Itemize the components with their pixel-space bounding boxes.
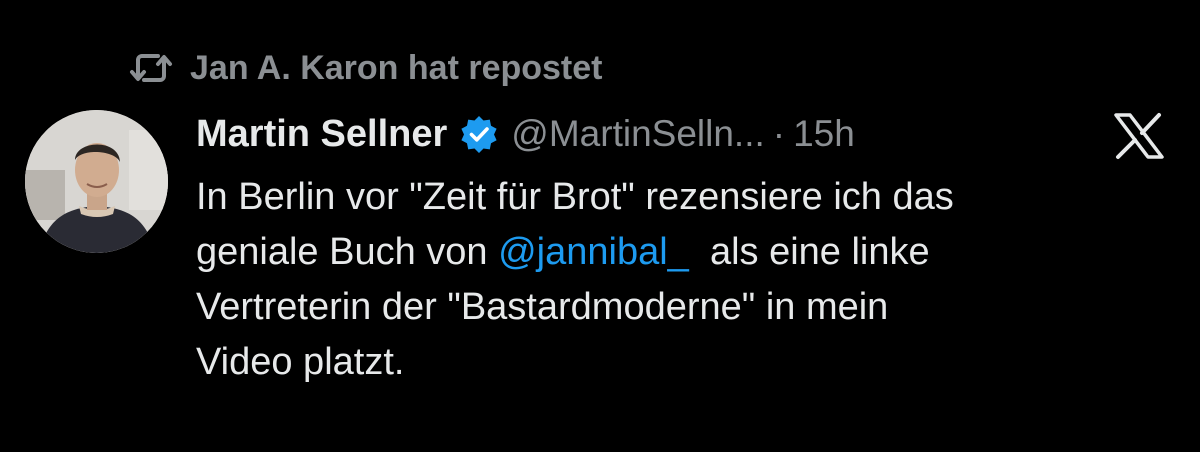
tweet-text-segment: geniale Buch von	[196, 231, 499, 273]
tweet-line: Vertreterin der "Bastardmoderne" in mein	[196, 286, 889, 328]
tweet-line: geniale Buch von @jannibal_ als eine lin…	[196, 225, 1186, 280]
repost-icon	[128, 48, 174, 88]
tweet-line: In Berlin vor "Zeit für Brot" rezensiere…	[196, 176, 954, 218]
repost-text: Jan A. Karon hat repostet	[190, 48, 603, 87]
repost-indicator[interactable]: Jan A. Karon hat repostet	[128, 44, 602, 92]
x-logo-icon	[1110, 112, 1168, 160]
timestamp[interactable]: 15h	[793, 113, 855, 155]
author-handle[interactable]: @MartinSelln...	[511, 113, 764, 155]
verified-badge-icon[interactable]	[459, 114, 499, 154]
tweet-header: Martin Sellner @MartinSelln... · 15h	[196, 108, 855, 160]
separator-dot: ·	[772, 113, 786, 154]
author-name[interactable]: Martin Sellner	[196, 113, 447, 156]
tweet-text-segment: als eine linke	[688, 231, 930, 273]
mention-link[interactable]: @jannibal_	[498, 231, 689, 273]
avatar[interactable]	[25, 110, 168, 253]
tweet-text: In Berlin vor "Zeit für Brot" rezensiere…	[196, 170, 1186, 390]
tweet-line: Video platzt.	[196, 341, 405, 383]
